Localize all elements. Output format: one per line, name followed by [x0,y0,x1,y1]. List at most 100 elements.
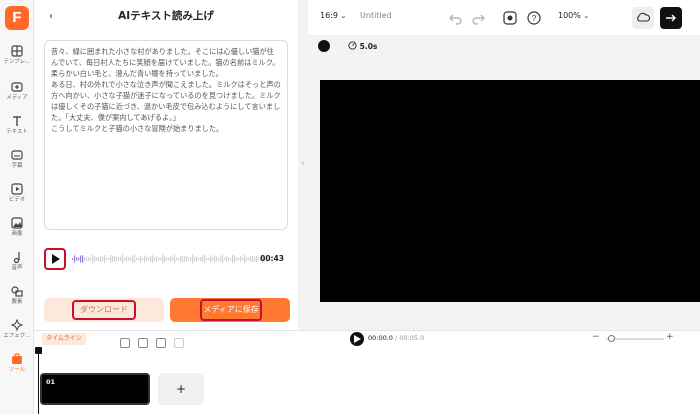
chevron-left-icon: ‹ [301,159,305,169]
rail-item-elements[interactable]: 要素 [0,282,34,314]
waveform-bar [158,257,160,261]
rail-item-tools[interactable]: ツール [0,350,34,382]
background-color-swatch[interactable] [318,40,330,52]
waveform-bar [100,256,102,262]
waveform-bar [208,257,210,261]
delete-icon[interactable] [174,338,184,348]
video-canvas[interactable] [320,80,700,302]
undo-icon[interactable] [448,10,464,26]
waveform-bar [182,256,184,262]
waveform-bar [112,256,114,262]
waveform-bar [192,254,194,264]
waveform-bar [126,256,128,262]
play-icon [354,335,361,343]
waveform-bar [76,257,78,261]
cloud-save-button[interactable] [632,7,654,29]
rail-item-caption[interactable]: 字幕 [0,146,34,178]
waveform-bar [84,257,86,261]
rail-item-audio[interactable]: 音声 [0,248,34,280]
rail-label: 要素 [11,299,23,305]
playhead-handle[interactable] [35,347,42,354]
waveform-bar [106,257,108,261]
waveform-bar [104,255,106,263]
waveform-bar [188,257,190,261]
waveform-bar [88,256,90,262]
plus-icon: + [175,382,187,396]
rail-item-template[interactable]: テンプレ… [0,42,34,74]
waveform-bar [92,254,94,264]
audio-play-button[interactable] [44,248,66,270]
playhead[interactable] [38,347,39,414]
waveform-bar [234,255,236,263]
waveform-bar [146,256,148,262]
redo-icon[interactable] [470,10,486,26]
project-title[interactable]: Untitled [360,11,392,20]
audio-waveform[interactable] [72,253,268,265]
waveform-bar [256,255,258,263]
waveform-bar [212,257,214,261]
zoom-out-button[interactable]: − [592,332,600,342]
scene-duration[interactable]: 5.0s [348,41,377,51]
waveform-bar [134,255,136,263]
waveform-bar [108,257,110,261]
screen-record-icon[interactable] [502,10,518,26]
rail-label: 画像 [11,231,23,237]
help-icon[interactable]: ? [526,10,542,26]
split-icon[interactable] [138,338,148,348]
waveform-bar [96,257,98,261]
arrow-right-icon [666,14,676,22]
save-to-media-button[interactable]: メディアに保存 [170,298,290,322]
waveform-bar [142,257,144,261]
script-textarea[interactable]: 昔々、緑に囲まれた小さな村がありました。そこには心優しい猫が住んでいて、毎日村人… [44,40,288,230]
collapse-panel-handle[interactable]: ‹ [298,150,308,178]
rail-label: テキスト [6,129,28,135]
rail-item-text[interactable]: テキスト [0,112,34,144]
waveform-bar [168,257,170,261]
waveform-bar [252,255,254,263]
timeline: タイムライン 00:00.0 / 00:05.0 − + 01 + [34,330,700,414]
app-logo: F [5,6,29,30]
waveform-bar [150,255,152,263]
cloud-icon [637,12,651,22]
zoom-select[interactable]: 100% ⌄ [558,11,589,20]
scene-clip[interactable]: 01 [40,373,150,405]
waveform-bar [148,257,150,261]
rail-item-media[interactable]: メディア [0,78,34,110]
export-button[interactable] [660,7,682,29]
timeline-tab[interactable]: タイムライン [42,333,86,345]
rail-item-image[interactable]: 画像 [0,214,34,246]
download-button[interactable]: ダウンロード [44,298,164,322]
rail-item-video[interactable]: ビデオ [0,180,34,212]
effects-icon [10,318,24,332]
waveform-bar [242,257,244,261]
timeline-play-button[interactable] [350,332,364,346]
waveform-bar [110,255,112,263]
waveform-bar [130,257,132,261]
waveform-bar [186,256,188,262]
add-scene-icon[interactable] [120,338,130,348]
rail-label: テンプレ… [3,59,31,65]
rail-label: ツール [8,367,26,373]
waveform-bar [204,254,206,264]
rail-item-effects[interactable]: エフェク… [0,316,34,348]
rail-label: ビデオ [8,197,26,203]
waveform-bar [114,256,116,262]
waveform-bar [218,257,220,261]
timeline-zoom-handle[interactable] [608,335,615,342]
audio-player: 00:43 [44,244,288,274]
total-time: / 00:05.0 [395,334,425,342]
elements-icon [11,286,23,297]
add-scene-button[interactable]: + [158,373,204,405]
waveform-bar [94,256,96,262]
play-icon [52,254,60,264]
waveform-bar [228,257,230,261]
waveform-bar [102,256,104,262]
waveform-bar [226,256,228,262]
waveform-bar [172,256,174,262]
zoom-in-button[interactable]: + [666,332,674,342]
aspect-ratio-select[interactable]: 16:9 ⌄ [320,11,346,20]
waveform-bar [232,254,234,264]
rail-label: 字幕 [11,163,23,169]
duplicate-icon[interactable] [156,338,166,348]
waveform-bar [156,256,158,262]
